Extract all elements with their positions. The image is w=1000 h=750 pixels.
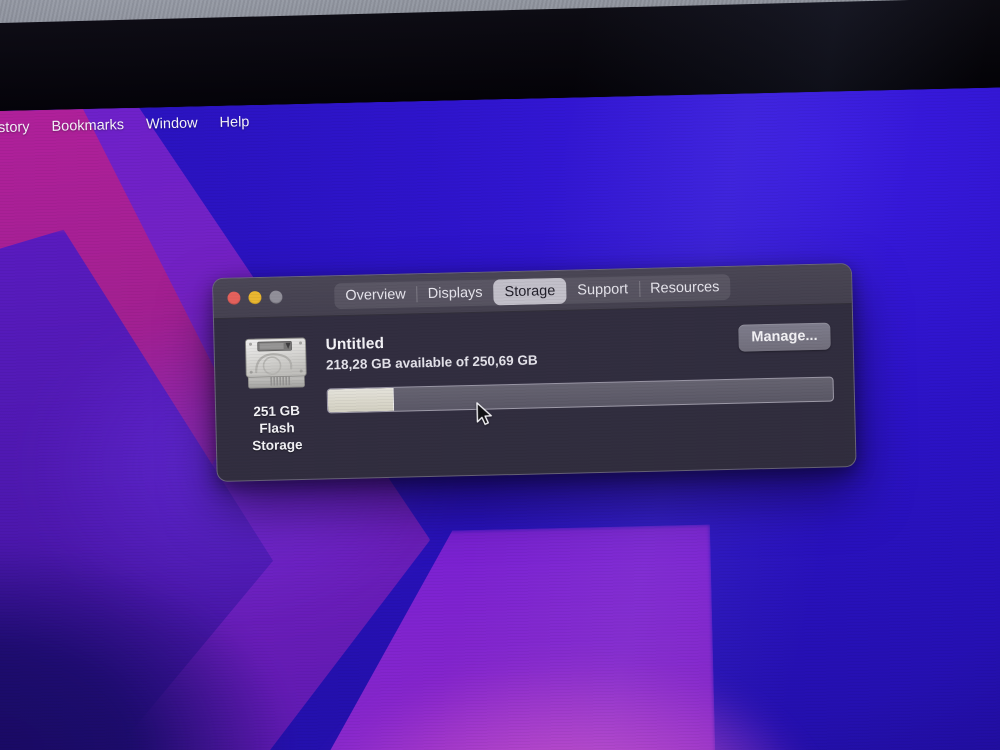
storage-usage-bar bbox=[326, 376, 835, 414]
arrow-pointer-icon bbox=[476, 402, 493, 426]
screenshot-stage: History Bookmarks Window Help PDF ⚡ bbox=[0, 0, 1000, 750]
disk-summary: 251 GB Flash Storage bbox=[236, 335, 316, 482]
menu-item-history[interactable]: History bbox=[0, 119, 30, 136]
menu-item-window[interactable]: Window bbox=[146, 115, 198, 132]
monitor-screen: History Bookmarks Window Help PDF ⚡ bbox=[0, 86, 1000, 750]
minimize-button[interactable] bbox=[248, 290, 262, 305]
manage-button[interactable]: Manage... bbox=[738, 322, 831, 352]
menu-item-bookmarks[interactable]: Bookmarks bbox=[51, 117, 124, 135]
menu-bar-items: History Bookmarks Window Help bbox=[0, 114, 250, 137]
tab-bar: Overview Displays Storage Support Resour… bbox=[334, 273, 731, 309]
disk-capacity: 251 GB bbox=[253, 403, 301, 420]
desktop: History Bookmarks Window Help PDF ⚡ bbox=[0, 86, 1000, 750]
window-controls bbox=[213, 290, 283, 305]
volume-info: Untitled 218,28 GB available of 250,69 G… bbox=[313, 322, 835, 481]
disk-kind: Flash Storage bbox=[252, 420, 303, 453]
storage-panel: 251 GB Flash Storage Untitled 218,28 GB … bbox=[214, 304, 856, 482]
tab-storage[interactable]: Storage bbox=[493, 277, 567, 305]
zoom-button[interactable] bbox=[269, 290, 283, 304]
menu-item-help[interactable]: Help bbox=[219, 114, 249, 131]
tab-resources[interactable]: Resources bbox=[639, 273, 731, 301]
storage-used-segment bbox=[327, 387, 394, 413]
tab-displays[interactable]: Displays bbox=[416, 279, 493, 307]
close-button[interactable] bbox=[227, 291, 241, 305]
about-this-mac-window[interactable]: Overview Displays Storage Support Resour… bbox=[211, 263, 857, 483]
hard-drive-icon bbox=[241, 335, 310, 395]
disk-label: 251 GB Flash Storage bbox=[238, 403, 316, 455]
tab-overview[interactable]: Overview bbox=[334, 281, 417, 309]
tab-support[interactable]: Support bbox=[566, 276, 639, 304]
